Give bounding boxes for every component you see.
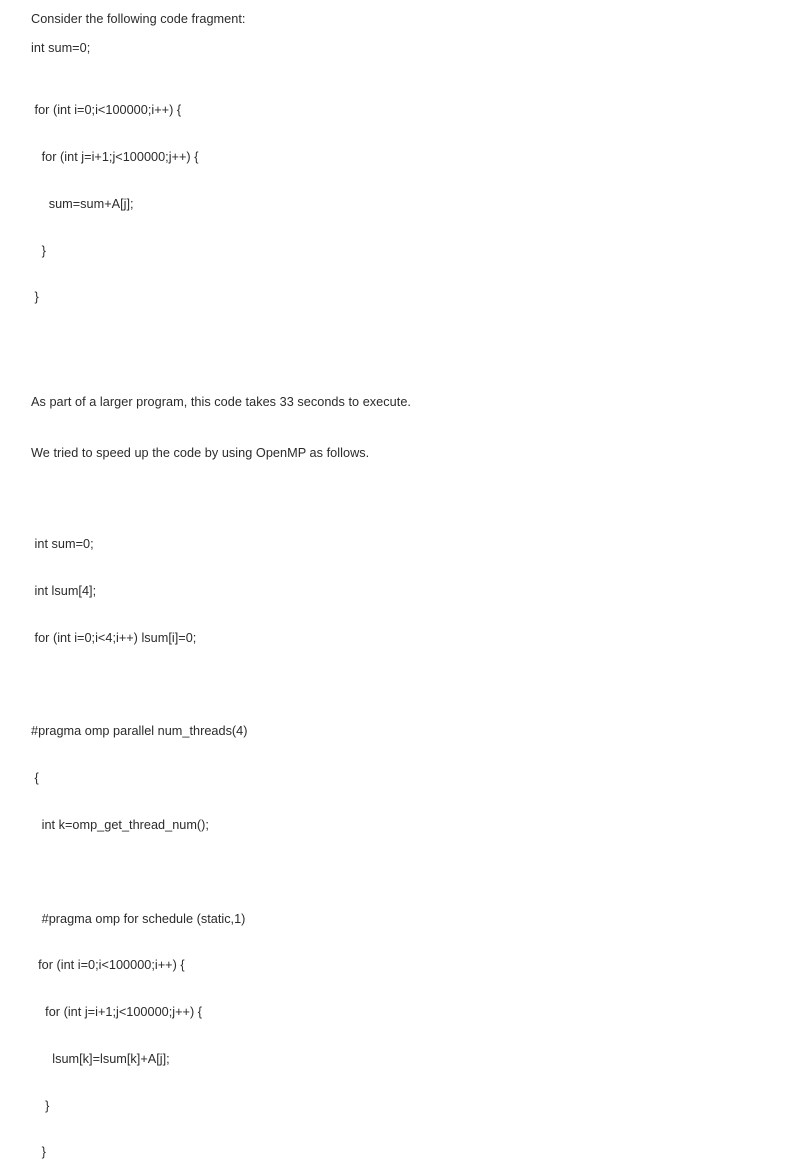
document-content: Consider the following code fragment: in…	[31, 8, 798, 1164]
intro-paragraph: Consider the following code fragment:	[31, 12, 246, 26]
code-line: #pragma omp for schedule (static,1)	[31, 911, 246, 926]
parallel-code-block: int sum=0; int lsum[4]; for (int i=0;i<4…	[31, 506, 798, 1164]
code-line: }	[31, 243, 46, 258]
code-line: int k=omp_get_thread_num();	[31, 817, 209, 832]
code-line: }	[31, 1145, 46, 1160]
code-line: for (int i=0;i<4;i++) lsum[i]=0;	[31, 630, 197, 645]
code-line: sum=sum+A[j];	[31, 196, 134, 211]
code-line: }	[31, 290, 39, 305]
document-page: Consider the following code fragment: in…	[0, 0, 806, 1159]
execution-time-paragraph: As part of a larger program, this code t…	[31, 395, 411, 410]
code-line: int sum=0;	[31, 537, 94, 552]
code-line: {	[31, 771, 39, 786]
serial-code-block: for (int i=0;i<100000;i++) { for (int j=…	[31, 72, 798, 337]
code-line: #pragma omp parallel num_threads(4)	[31, 724, 248, 739]
code-line: for (int j=i+1;j<100000;j++) {	[31, 149, 199, 164]
code-line: }	[31, 1098, 50, 1113]
code-line: for (int i=0;i<100000;i++) {	[31, 958, 185, 973]
code-line: lsum[k]=lsum[k]+A[j];	[31, 1051, 170, 1066]
code-line: int lsum[4];	[31, 584, 97, 599]
sum-declaration-line: int sum=0;	[31, 41, 91, 55]
code-line: for (int j=i+1;j<100000;j++) {	[31, 1005, 203, 1020]
speedup-attempt-paragraph: We tried to speed up the code by using O…	[31, 446, 370, 461]
code-line: for (int i=0;i<100000;i++) {	[31, 103, 182, 118]
